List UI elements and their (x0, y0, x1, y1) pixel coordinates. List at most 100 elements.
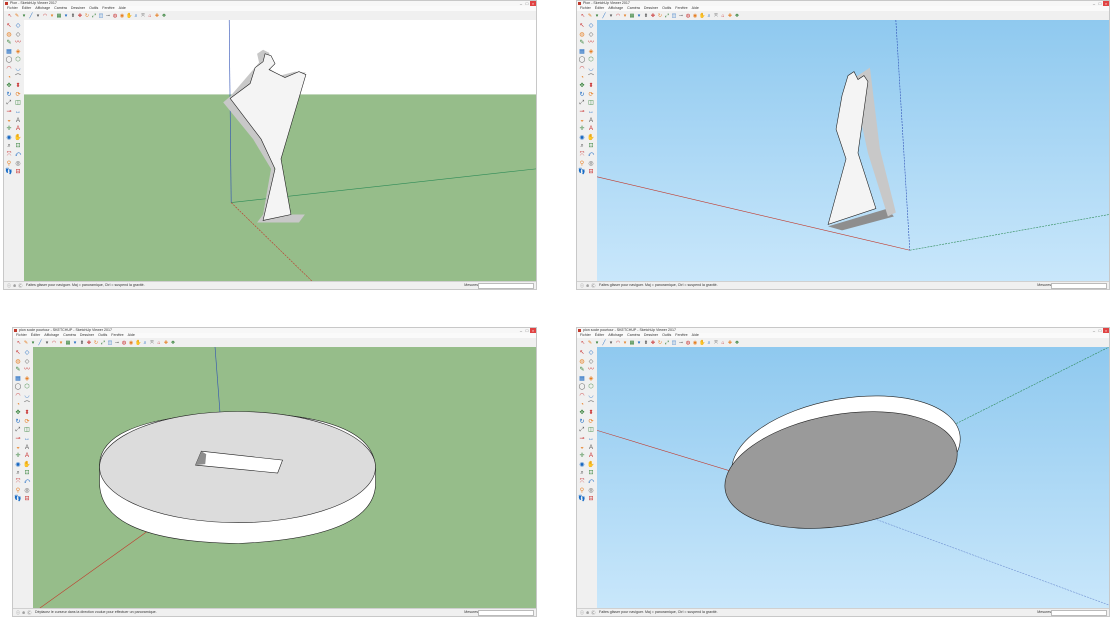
select-icon[interactable]: ↖ (5, 22, 13, 30)
orbit-icon[interactable]: ◉ (14, 461, 22, 469)
position-camera-icon[interactable]: ⚲ (578, 487, 586, 495)
scale-icon[interactable]: ⤢ (91, 13, 97, 19)
paint-bucket-icon[interactable]: ◍ (121, 340, 127, 346)
rotate-icon[interactable]: ↻ (14, 418, 22, 426)
pan-icon[interactable]: ✋ (587, 134, 595, 142)
select-icon[interactable]: ↖ (578, 22, 586, 30)
eraser-icon[interactable]: ◇ (587, 349, 595, 357)
info-icon[interactable]: ⓘ (16, 609, 20, 616)
pencil-icon[interactable]: ✎ (23, 340, 29, 346)
offset-icon[interactable]: ◫ (671, 340, 677, 346)
arc2-icon[interactable]: ◡ (587, 392, 595, 400)
select-icon[interactable]: ↖ (16, 340, 22, 346)
components-icon[interactable]: ❖ (170, 340, 176, 346)
look-around-icon[interactable]: ◎ (23, 487, 31, 495)
components-icon[interactable]: ❖ (734, 13, 740, 19)
geo-location-icon[interactable]: ⊕ (13, 282, 16, 289)
eraser-icon[interactable]: ◇ (23, 358, 31, 366)
dropdown-icon[interactable]: ▾ (44, 340, 50, 346)
3d-viewport[interactable] (597, 347, 1109, 609)
orbit-icon[interactable]: ◉ (119, 13, 125, 19)
pan-icon[interactable]: ✋ (14, 134, 22, 142)
rectangle-icon[interactable]: ▦ (629, 13, 635, 19)
offset-icon[interactable]: ◫ (98, 13, 104, 19)
orbit-icon[interactable]: ◉ (692, 13, 698, 19)
zoom-icon[interactable]: ⌕ (5, 142, 13, 150)
zoom-extents-icon[interactable]: ⤧ (14, 478, 22, 486)
zoom-icon[interactable]: ⌕ (578, 469, 586, 477)
orbit-icon[interactable]: ◉ (578, 134, 586, 142)
select-icon[interactable]: ↖ (580, 340, 586, 346)
3d-viewport[interactable] (33, 347, 536, 609)
scale-icon[interactable]: ⤢ (664, 13, 670, 19)
rectangle-icon[interactable]: ▦ (56, 13, 62, 19)
extension-icon[interactable]: ✚ (727, 340, 733, 346)
components-icon[interactable]: ❖ (734, 340, 740, 346)
dropdown-icon[interactable]: ▾ (72, 340, 78, 346)
paint-bucket-icon[interactable]: ◍ (685, 13, 691, 19)
arc-icon[interactable]: ◠ (615, 340, 621, 346)
rectangle-icon[interactable]: ▦ (578, 375, 586, 383)
push-pull-icon[interactable]: ⬍ (587, 409, 595, 417)
extension-icon[interactable]: ✚ (727, 13, 733, 19)
orbit-icon[interactable]: ◉ (578, 461, 586, 469)
3d-text-icon[interactable]: A (587, 452, 595, 460)
measures-input[interactable] (478, 610, 534, 616)
walk-icon[interactable]: 👣 (578, 495, 586, 503)
zoom-extents-icon[interactable]: ⤧ (578, 151, 586, 159)
move-icon[interactable]: ✥ (14, 409, 22, 417)
dimension-icon[interactable]: ↔ (587, 108, 595, 116)
previous-icon[interactable]: ⤺ (587, 151, 595, 159)
info-icon[interactable]: ⓘ (580, 282, 584, 289)
look-around-icon[interactable]: ◎ (587, 160, 595, 168)
pencil-icon[interactable]: ✎ (14, 13, 20, 19)
pie-icon[interactable]: ◔ (5, 74, 13, 82)
info-icon[interactable]: ⓘ (7, 282, 11, 289)
look-around-icon[interactable]: ◎ (14, 160, 22, 168)
rotate-icon[interactable]: ↻ (578, 418, 586, 426)
pie-icon[interactable]: ◔ (578, 401, 586, 409)
tape-measure-icon[interactable]: ⊸ (5, 108, 13, 116)
follow-me-icon[interactable]: ⟳ (14, 91, 22, 99)
protractor-icon[interactable]: ◒ (578, 444, 586, 452)
push-pull-icon[interactable]: ⬍ (587, 82, 595, 90)
paint-bucket-icon[interactable]: ◍ (14, 358, 22, 366)
zoom-icon[interactable]: ⌕ (133, 13, 139, 19)
pencil-icon[interactable]: ✎ (587, 340, 593, 346)
eraser-icon[interactable]: ◇ (14, 31, 22, 39)
rectangle-icon[interactable]: ▦ (65, 340, 71, 346)
eraser-icon[interactable]: ◇ (14, 22, 22, 30)
polygon-icon[interactable]: ⬡ (14, 56, 22, 64)
arc3-icon[interactable]: ⌒ (587, 74, 595, 82)
scale-icon[interactable]: ⤢ (578, 426, 586, 434)
select-icon[interactable]: ↖ (580, 13, 586, 19)
credits-icon[interactable]: Ⓒ (591, 282, 595, 289)
freehand-icon[interactable]: 〰 (587, 39, 595, 47)
move-icon[interactable]: ✥ (77, 13, 83, 19)
pencil-icon[interactable]: ✎ (5, 39, 13, 47)
push-pull-icon[interactable]: ⬍ (643, 13, 649, 19)
section-icon[interactable]: ⊟ (23, 495, 31, 503)
dropdown-icon[interactable]: ▾ (622, 340, 628, 346)
protractor-icon[interactable]: ◒ (14, 444, 22, 452)
text-icon[interactable]: A (23, 444, 31, 452)
pan-icon[interactable]: ✋ (23, 461, 31, 469)
3d-viewport[interactable] (597, 20, 1109, 282)
extension-icon[interactable]: ✚ (163, 340, 169, 346)
dimension-icon[interactable]: ↔ (23, 435, 31, 443)
dropdown-icon[interactable]: ▾ (636, 340, 642, 346)
arc-icon[interactable]: ◠ (14, 392, 22, 400)
arc-icon[interactable]: ◠ (615, 13, 621, 19)
select-icon[interactable]: ↖ (7, 13, 13, 19)
rotated-rectangle-icon[interactable]: ◈ (23, 375, 31, 383)
polygon-icon[interactable]: ⬡ (587, 56, 595, 64)
previous-icon[interactable]: ⤺ (587, 478, 595, 486)
text-icon[interactable]: A (14, 117, 22, 125)
warehouse-icon[interactable]: ⌂ (720, 13, 726, 19)
dimension-icon[interactable]: ↔ (14, 108, 22, 116)
rotate-icon[interactable]: ↻ (84, 13, 90, 19)
position-camera-icon[interactable]: ⚲ (14, 487, 22, 495)
info-icon[interactable]: ⓘ (580, 609, 584, 616)
paint-bucket-icon[interactable]: ◍ (578, 358, 586, 366)
position-camera-icon[interactable]: ⚲ (578, 160, 586, 168)
